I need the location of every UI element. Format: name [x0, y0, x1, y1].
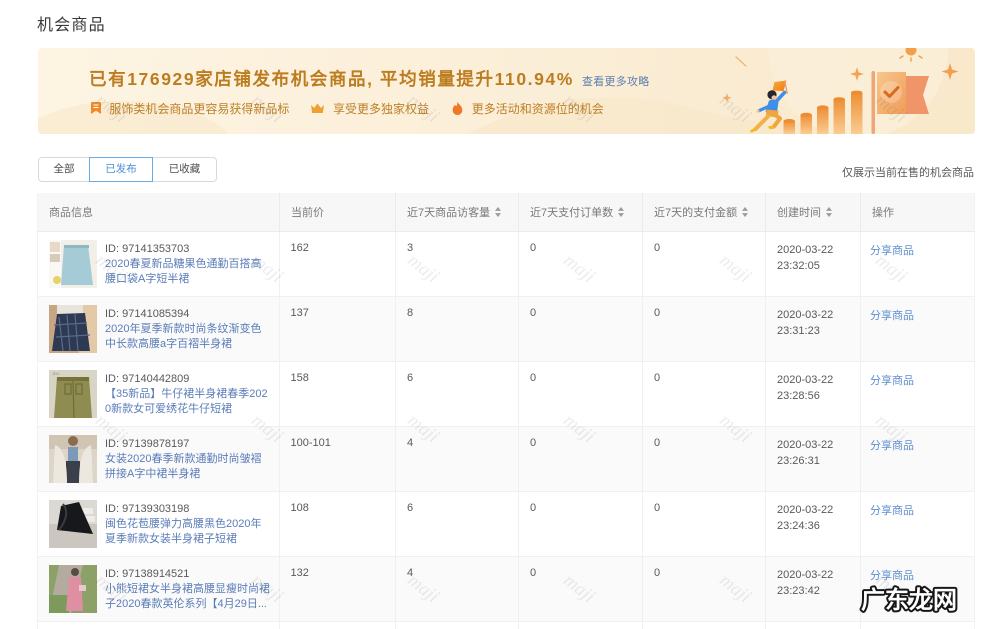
svg-text:广东龙网: 广东龙网	[861, 586, 957, 614]
svg-text:JDC: JDC	[52, 371, 60, 376]
